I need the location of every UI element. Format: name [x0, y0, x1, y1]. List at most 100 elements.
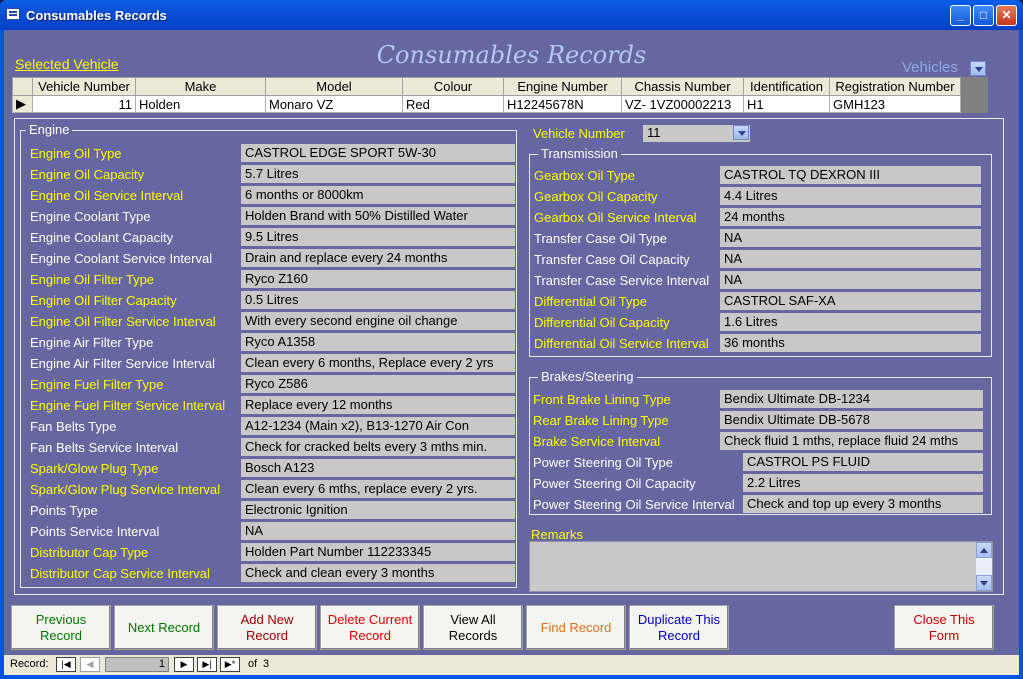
field-label: Spark/Glow Plug Type — [30, 461, 159, 476]
field-label: Engine Coolant Type — [30, 209, 151, 224]
scroll-up-icon[interactable] — [976, 542, 992, 558]
field-value[interactable]: 2.2 Litres — [743, 474, 983, 492]
field-label: Front Brake Lining Type — [533, 392, 671, 407]
field-value[interactable]: Ryco Z160 — [241, 270, 515, 288]
scroll-down-icon[interactable] — [976, 575, 992, 591]
field-label: Engine Fuel Filter Service Interval — [30, 398, 226, 413]
field-value[interactable]: Check and clean every 3 months — [241, 564, 515, 582]
vehicle-number-label: Vehicle Number — [533, 126, 625, 141]
field-value[interactable]: Check and top up every 3 months — [743, 495, 983, 513]
grid-header-row: Vehicle Number Make Model Colour Engine … — [12, 77, 961, 96]
column-header[interactable]: Make — [135, 77, 266, 96]
field-value[interactable]: NA — [720, 229, 981, 247]
field-value[interactable]: Bendix Ultimate DB-1234 — [720, 390, 983, 408]
table-cell[interactable]: GMH123 — [829, 95, 961, 113]
table-cell[interactable]: H12245678N — [503, 95, 622, 113]
field-value[interactable]: 9.5 Litres — [241, 228, 515, 246]
find-record-button[interactable]: Find Record — [526, 605, 626, 650]
field-value[interactable]: NA — [241, 522, 515, 540]
column-header[interactable]: Model — [265, 77, 403, 96]
first-record-icon[interactable]: |◀ — [56, 657, 76, 672]
field-value[interactable]: Clean every 6 months, Replace every 2 yr… — [241, 354, 515, 372]
field-label: Engine Oil Filter Capacity — [30, 293, 177, 308]
field-value[interactable]: With every second engine oil change — [241, 312, 515, 330]
field-label: Engine Fuel Filter Type — [30, 377, 164, 392]
table-cell[interactable]: Holden — [135, 95, 266, 113]
maximize-icon[interactable]: □ — [973, 5, 994, 26]
brakes-legend: Brakes/Steering — [538, 369, 637, 384]
field-value[interactable]: Replace every 12 months — [241, 396, 515, 414]
field-value[interactable]: CASTROL TQ DEXRON III — [720, 166, 981, 184]
engine-legend: Engine — [26, 122, 73, 137]
field-value[interactable]: CASTROL EDGE SPORT 5W-30 — [241, 144, 515, 162]
field-label: Brake Service Interval — [533, 434, 661, 449]
table-cell[interactable]: Red — [402, 95, 504, 113]
table-cell[interactable]: H1 — [743, 95, 830, 113]
vehicle-number-dropdown-icon[interactable] — [733, 125, 749, 140]
title-bar[interactable]: Consumables Records _ □ ✕ — [0, 0, 1023, 30]
field-value[interactable]: NA — [720, 250, 981, 268]
field-value[interactable]: Holden Part Number 112233345 — [241, 543, 515, 561]
field-label: Spark/Glow Plug Service Interval — [30, 482, 221, 497]
field-value[interactable]: Ryco Z586 — [241, 375, 515, 393]
field-label: Rear Brake Lining Type — [533, 413, 669, 428]
field-value[interactable]: 36 months — [720, 334, 981, 352]
field-value[interactable]: Drain and replace every 24 months — [241, 249, 515, 267]
column-header[interactable]: Vehicle Number — [32, 77, 136, 96]
field-label: Engine Air Filter Service Interval — [30, 356, 215, 371]
engine-group: Engine Engine Oil Type CASTROL EDGE SPORT… — [20, 122, 517, 588]
field-value[interactable]: Bosch A123 — [241, 459, 515, 477]
field-value[interactable]: Bendix Ultimate DB-5678 — [720, 411, 983, 429]
column-header[interactable]: Colour — [402, 77, 504, 96]
field-value[interactable]: NA — [720, 271, 981, 289]
page-title: Consumables Records — [376, 41, 647, 69]
new-record-icon[interactable]: ▶* — [220, 657, 240, 672]
field-label: Distributor Cap Service Interval — [30, 566, 210, 581]
field-label: Differential Oil Type — [534, 294, 647, 309]
next-record-button[interactable]: Next Record — [114, 605, 214, 650]
record-pointer-icon[interactable]: ▶ — [12, 95, 33, 113]
field-value[interactable]: 5.7 Litres — [241, 165, 515, 183]
remarks-textarea[interactable] — [529, 541, 993, 592]
field-value[interactable]: Holden Brand with 50% Distilled Water — [241, 207, 515, 225]
selected-vehicle-link[interactable]: Selected Vehicle — [15, 56, 119, 72]
vehicles-dropdown-icon[interactable] — [970, 61, 986, 76]
field-value[interactable]: CASTROL SAF-XA — [720, 292, 981, 310]
remarks-scrollbar[interactable] — [976, 542, 992, 591]
add-record-button[interactable]: Add New Record — [217, 605, 317, 650]
column-header[interactable]: Identification — [743, 77, 830, 96]
field-value[interactable]: CASTROL PS FLUID — [743, 453, 983, 471]
last-record-icon[interactable]: ▶| — [197, 657, 217, 672]
prev-record-icon[interactable]: ◀ — [80, 657, 100, 672]
minimize-icon[interactable]: _ — [950, 5, 971, 26]
field-label: Transfer Case Oil Type — [534, 231, 667, 246]
delete-record-button[interactable]: Delete Current Record — [320, 605, 420, 650]
close-form-button[interactable]: Close This Form — [894, 605, 994, 650]
field-value[interactable]: A12-1234 (Main x2), B13-1270 Air Con — [241, 417, 515, 435]
table-row[interactable]: ▶ 11 Holden Monaro VZ Red H12245678N VZ-… — [12, 95, 961, 113]
table-cell[interactable]: 11 — [32, 95, 136, 113]
table-cell[interactable]: VZ- 1VZ00002213 — [621, 95, 744, 113]
record-number-input[interactable]: 1 — [105, 657, 169, 672]
duplicate-record-button[interactable]: Duplicate This Record — [629, 605, 729, 650]
field-value[interactable]: 0.5 Litres — [241, 291, 515, 309]
form-icon — [6, 8, 20, 20]
view-all-records-button[interactable]: View All Records — [423, 605, 523, 650]
field-value[interactable]: Electronic Ignition — [241, 501, 515, 519]
field-value[interactable]: Clean every 6 mths, replace every 2 yrs. — [241, 480, 515, 498]
column-header[interactable]: Engine Number — [503, 77, 622, 96]
field-value[interactable]: 6 months or 8000km — [241, 186, 515, 204]
field-value[interactable]: 24 months — [720, 208, 981, 226]
field-value[interactable]: Ryco A1358 — [241, 333, 515, 351]
field-value[interactable]: 4.4 Litres — [720, 187, 981, 205]
field-value[interactable]: 1.6 Litres — [720, 313, 981, 331]
close-icon[interactable]: ✕ — [996, 5, 1017, 26]
field-value[interactable]: Check for cracked belts every 3 mths min… — [241, 438, 515, 456]
table-cell[interactable]: Monaro VZ — [265, 95, 403, 113]
previous-record-button[interactable]: Previous Record — [11, 605, 111, 650]
next-record-icon[interactable]: ▶ — [174, 657, 194, 672]
field-value[interactable]: Check fluid 1 mths, replace fluid 24 mth… — [720, 432, 983, 450]
column-header[interactable]: Chassis Number — [621, 77, 744, 96]
column-header[interactable]: Registration Number — [829, 77, 961, 96]
field-label: Engine Oil Capacity — [30, 167, 145, 182]
